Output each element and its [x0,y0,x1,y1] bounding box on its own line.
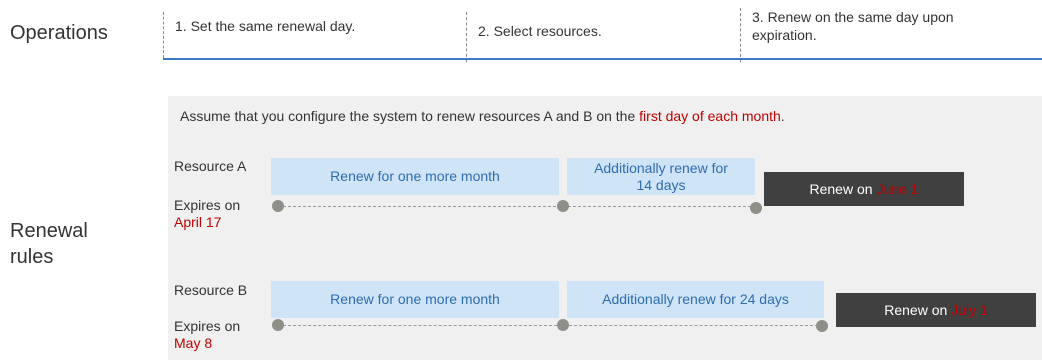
step-1-text: 1. Set the same renewal day. [175,18,356,34]
resource-b-additional-box: Additionally renew for 24 days [567,281,824,318]
divider-step-1 [163,12,164,58]
resource-b-renew-month-box: Renew for one more month [271,281,559,318]
resource-a-expiry: Expires on April 17 [174,197,241,230]
operations-label: Operations [10,22,108,44]
divider-step-2 [466,12,467,62]
resource-b-start-dot [272,319,284,331]
resource-b-mid-dot [557,319,569,331]
resource-b-expiry-date: May 8 [174,335,213,351]
operations-underline [163,58,1042,60]
resource-b-renew-on-box: Renew on July 1 [836,293,1036,327]
resource-a-mid-dot [557,200,569,212]
resource-a-timeline [278,206,756,207]
resource-b-timeline [278,325,823,326]
resource-a-renew-date: June 1 [876,181,919,197]
resource-a-additional-box: Additionally renew for 14 days [567,158,755,195]
step-3-text: 3. Renew on the same day upon expiration… [752,9,954,43]
resource-a-start-dot [272,200,284,212]
resource-a-expiry-date: April 17 [174,214,222,230]
step-2-text: 2. Select resources. [478,23,602,39]
resource-a-renew-month-box: Renew for one more month [271,158,559,195]
assumption-highlight: first day of each month [639,108,781,124]
resource-b-label: Resource B [174,282,248,298]
renewal-rules-label: Renewal rules [10,220,88,268]
resource-b-renew-date: July 1 [951,302,988,318]
assumption-text: Assume that you configure the system to … [180,108,785,124]
resource-b-expiry: Expires on May 8 [174,318,241,351]
resource-b-end-dot [816,320,828,332]
divider-step-3 [740,8,741,62]
resource-a-label: Resource A [174,158,247,174]
resource-a-end-dot [750,202,762,214]
resource-a-renew-on-box: Renew on June 1 [764,172,964,206]
